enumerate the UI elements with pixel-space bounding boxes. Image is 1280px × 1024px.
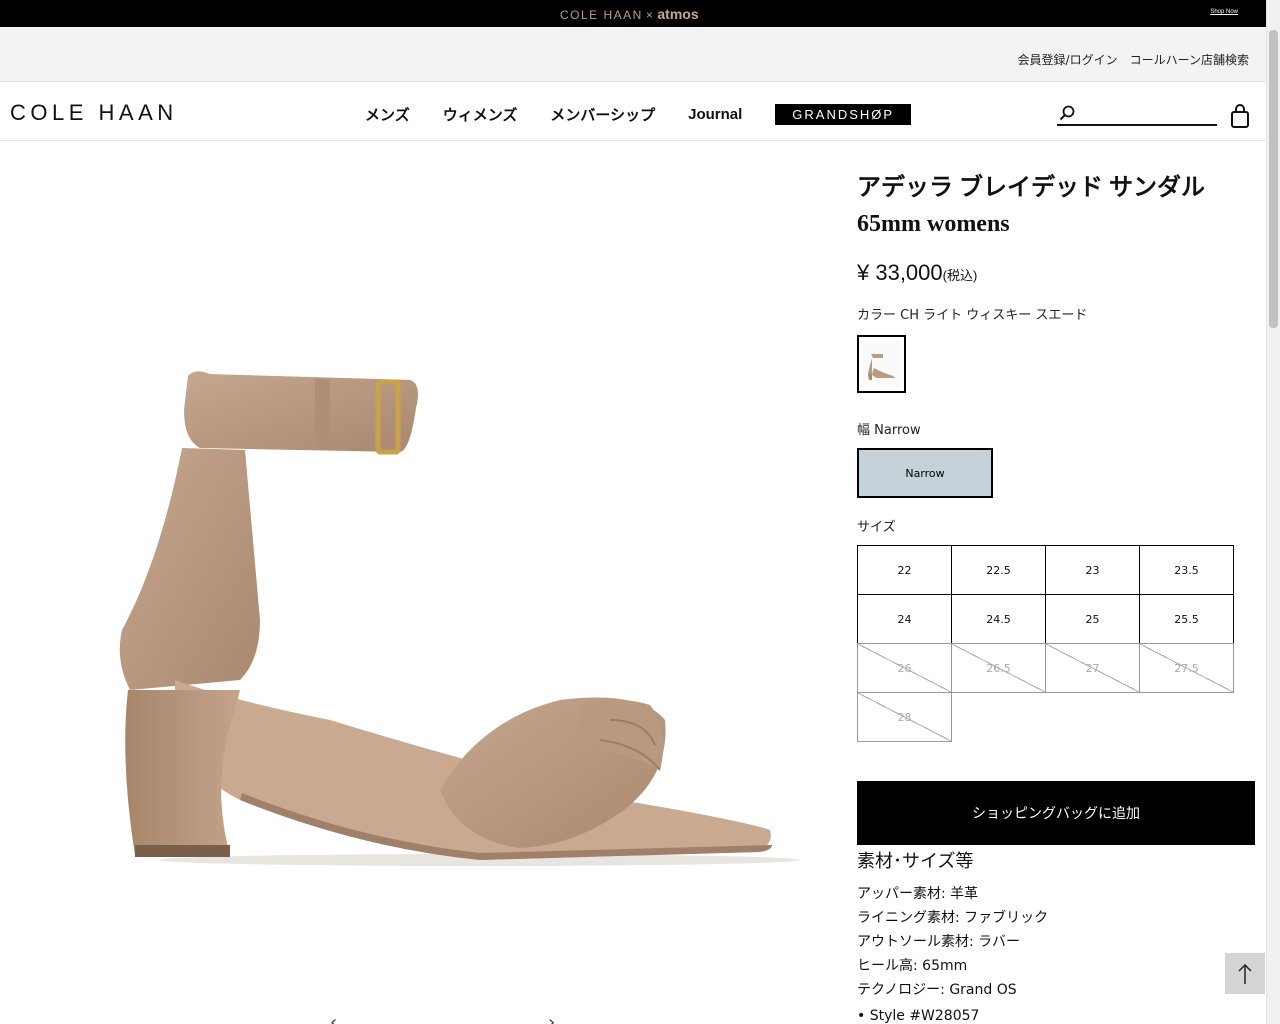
- nav-membership[interactable]: メンバーシップ: [550, 104, 655, 125]
- detail-lining: ライニング素材: ファブリック: [857, 910, 1049, 926]
- size-option[interactable]: 23.5: [1139, 545, 1234, 595]
- size-label: サイズ: [857, 520, 896, 535]
- size-option[interactable]: 26: [857, 643, 952, 693]
- chevron-left-icon[interactable]: ‹: [330, 1012, 337, 1024]
- size-option[interactable]: 24.5: [951, 594, 1046, 644]
- shopping-bag-icon[interactable]: [1230, 104, 1250, 128]
- color-label-row: カラー CH ライト ウィスキー スエード: [857, 304, 1257, 323]
- width-label: 幅: [857, 423, 871, 438]
- price-tax-note: (税込): [942, 268, 978, 283]
- swatch-thumbnail: [862, 340, 901, 388]
- site-header: COLE HAAN メンズ ウィメンズ メンバーシップ Journal GRAN…: [0, 82, 1266, 141]
- product-price: ¥ 33,000: [857, 260, 943, 285]
- color-swatch[interactable]: [857, 335, 906, 393]
- size-option[interactable]: 25: [1045, 594, 1140, 644]
- promo-shop-now-link[interactable]: Shop Now: [1210, 9, 1238, 15]
- nav-womens[interactable]: ウィメンズ: [443, 104, 518, 125]
- size-option[interactable]: 27.5: [1139, 643, 1234, 693]
- promo-collab-banner[interactable]: COLE HAAN × atmos: [560, 6, 699, 22]
- size-grid: 22 22.5 23 23.5 24 24.5 25 25.5 26 26.5 27 27.5 28: [857, 545, 1234, 742]
- detail-style-number: • Style #W28057: [857, 1008, 980, 1024]
- width-option-narrow[interactable]: Narrow: [857, 448, 993, 498]
- size-option[interactable]: 22.5: [951, 545, 1046, 595]
- nav-grandshop[interactable]: GRANDSHØP: [775, 104, 912, 125]
- details-heading: 素材･サイズ等: [857, 851, 974, 872]
- search-icon[interactable]: [1059, 105, 1075, 121]
- size-option[interactable]: 28: [857, 692, 952, 742]
- detail-technology: テクノロジー: Grand OS: [857, 982, 1017, 998]
- product-price-row: ¥ 33,000(税込): [857, 260, 1257, 286]
- login-link[interactable]: 会員登録/ログイン: [1018, 51, 1118, 68]
- product-title: アデッラ ブレイデッド サンダル 65mm womens: [857, 175, 1205, 237]
- scrollbar-thumb[interactable]: [1269, 30, 1278, 328]
- chevron-right-icon[interactable]: ›: [548, 1012, 555, 1024]
- promo-brand-text: COLE HAAN: [560, 8, 643, 22]
- size-option[interactable]: 23: [1045, 545, 1140, 595]
- color-value: CH ライト ウィスキー スエード: [900, 308, 1088, 323]
- back-to-top-button[interactable]: [1225, 953, 1265, 994]
- width-value: Narrow: [874, 423, 921, 438]
- site-logo[interactable]: COLE HAAN: [10, 100, 178, 126]
- add-to-bag-button[interactable]: ショッピングバッグに追加: [857, 781, 1255, 845]
- size-option[interactable]: 22: [857, 545, 952, 595]
- width-label-row: 幅 Narrow: [857, 419, 1257, 438]
- utility-links: 会員登録/ログイン コールハーン店舗検索: [1018, 51, 1249, 68]
- store-search-link[interactable]: コールハーン店舗検索: [1130, 51, 1249, 68]
- detail-upper: アッパー素材: 羊革: [857, 886, 979, 902]
- page-scrollbar[interactable]: [1266, 0, 1280, 1024]
- detail-outsole: アウトソール素材: ラバー: [857, 934, 1021, 950]
- promo-x: ×: [645, 8, 655, 22]
- size-option[interactable]: 25.5: [1139, 594, 1234, 644]
- details-list: アッパー素材: 羊革 ライニング素材: ファブリック アウトソール素材: ラバー…: [857, 882, 1257, 1002]
- nav-journal[interactable]: Journal: [688, 106, 742, 123]
- size-option[interactable]: 24: [857, 594, 952, 644]
- search-box[interactable]: [1057, 104, 1217, 126]
- nav-mens[interactable]: メンズ: [365, 104, 410, 125]
- promo-bar: COLE HAAN × atmos Shop Now: [0, 0, 1266, 27]
- color-label: カラー: [857, 308, 897, 323]
- sandal-illustration: [119, 371, 800, 866]
- size-option[interactable]: 27: [1045, 643, 1140, 693]
- promo-partner-text: atmos: [657, 6, 699, 22]
- size-option[interactable]: 26.5: [951, 643, 1046, 693]
- main-nav: メンズ ウィメンズ メンバーシップ Journal GRANDSHØP: [365, 104, 944, 125]
- utility-bar: 会員登録/ログイン コールハーン店舗検索: [0, 27, 1266, 82]
- arrow-up-icon: [1238, 963, 1252, 984]
- product-image[interactable]: [60, 300, 840, 920]
- search-input[interactable]: [1081, 104, 1215, 124]
- detail-heel-height: ヒール高: 65mm: [857, 958, 968, 974]
- product-info: アデッラ ブレイデッド サンダル 65mm womens ¥ 33,000(税込…: [857, 170, 1257, 1024]
